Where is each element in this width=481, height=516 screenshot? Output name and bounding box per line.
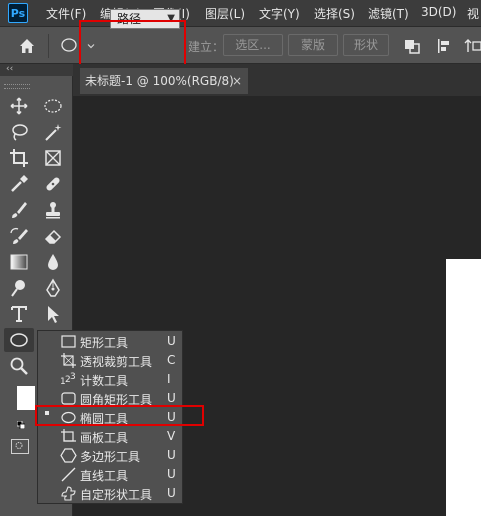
elliptical-marquee-icon[interactable] bbox=[42, 95, 64, 117]
flyout-item-perspective-crop[interactable]: 透视裁剪工具 C bbox=[38, 351, 182, 370]
foreground-color-swatch[interactable] bbox=[17, 386, 35, 410]
flyout-shortcut: C bbox=[167, 353, 176, 367]
brush-icon[interactable] bbox=[8, 199, 30, 221]
type-icon[interactable] bbox=[8, 303, 30, 325]
path-alignment-icon[interactable] bbox=[434, 36, 454, 56]
flyout-item-count[interactable]: 123 计数工具 I bbox=[38, 370, 182, 389]
history-brush-icon[interactable] bbox=[8, 225, 30, 247]
flyout-shortcut: U bbox=[167, 334, 176, 348]
svg-text:3: 3 bbox=[70, 372, 76, 382]
make-mask-button[interactable]: 蒙版 bbox=[288, 34, 338, 56]
flyout-item-custom-shape[interactable]: 自定形状工具 U bbox=[38, 484, 182, 503]
line-icon bbox=[61, 467, 76, 482]
magic-wand-icon[interactable] bbox=[42, 121, 64, 143]
default-colors-icon[interactable] bbox=[16, 418, 26, 430]
flyout-label: 自定形状工具 bbox=[80, 488, 153, 502]
dodge-icon[interactable] bbox=[8, 277, 30, 299]
perspective-crop-icon bbox=[61, 353, 76, 368]
flyout-item-artboard[interactable]: 画板工具 V bbox=[38, 427, 182, 446]
healing-brush-icon[interactable] bbox=[42, 173, 64, 195]
polygon-icon bbox=[60, 448, 77, 463]
menu-view[interactable]: 视 bbox=[467, 5, 479, 22]
flyout-label: 计数工具 bbox=[80, 374, 129, 388]
panel-grip[interactable] bbox=[4, 84, 30, 89]
clone-stamp-icon[interactable] bbox=[42, 199, 64, 221]
flyout-label: 画板工具 bbox=[80, 431, 129, 445]
canvas-document[interactable] bbox=[446, 259, 481, 516]
lasso-icon[interactable] bbox=[8, 121, 30, 143]
flyout-item-line[interactable]: 直线工具 U bbox=[38, 465, 182, 484]
artboard-icon bbox=[61, 429, 76, 442]
flyout-shortcut: U bbox=[167, 467, 176, 481]
ellipse-tool-icon[interactable] bbox=[8, 329, 30, 351]
ellipse-icon[interactable] bbox=[60, 36, 80, 54]
collapse-panel-icon[interactable]: ‹‹ bbox=[6, 64, 13, 74]
flyout-shortcut: U bbox=[167, 391, 176, 405]
document-tab[interactable]: 未标题-1 @ 100%(RGB/8) × bbox=[80, 68, 248, 94]
menu-3d[interactable]: 3D(D) bbox=[421, 5, 456, 19]
path-arrangement-icon[interactable] bbox=[462, 36, 481, 56]
make-shape-button[interactable]: 形状 bbox=[343, 34, 389, 56]
eraser-icon[interactable] bbox=[42, 225, 64, 247]
zoom-icon[interactable] bbox=[8, 355, 30, 377]
pen-icon[interactable] bbox=[42, 277, 64, 299]
flyout-label: 直线工具 bbox=[80, 469, 129, 483]
quick-mask-icon[interactable] bbox=[11, 439, 29, 454]
flyout-shortcut: U bbox=[167, 486, 176, 500]
menu-type[interactable]: 文字(Y) bbox=[259, 5, 300, 22]
move-tool-icon[interactable] bbox=[8, 95, 30, 117]
highlight-box bbox=[35, 405, 204, 426]
flyout-shortcut: V bbox=[167, 429, 176, 443]
eyedropper-icon[interactable] bbox=[8, 173, 30, 195]
menu-select[interactable]: 选择(S) bbox=[314, 5, 355, 22]
crop-icon[interactable] bbox=[8, 147, 30, 169]
flyout-shortcut: I bbox=[167, 372, 171, 386]
flyout-label: 透视裁剪工具 bbox=[80, 355, 153, 369]
options-divider bbox=[48, 34, 49, 58]
menu-filter[interactable]: 滤镜(T) bbox=[368, 5, 409, 22]
flyout-label: 多边形工具 bbox=[80, 450, 141, 464]
flyout-item-rectangle[interactable]: 矩形工具 U bbox=[38, 332, 182, 351]
make-label: 建立： bbox=[188, 40, 225, 54]
rectangle-icon bbox=[61, 335, 76, 348]
custom-shape-icon bbox=[61, 486, 76, 501]
close-icon[interactable]: × bbox=[232, 68, 242, 94]
make-selection-button[interactable]: 选区... bbox=[223, 34, 283, 56]
gradient-icon[interactable] bbox=[8, 251, 30, 273]
blur-drop-icon[interactable] bbox=[42, 251, 64, 273]
flyout-shortcut: U bbox=[167, 448, 176, 462]
flyout-label: 矩形工具 bbox=[80, 336, 129, 350]
count-icon: 123 bbox=[60, 372, 76, 387]
frame-icon[interactable] bbox=[42, 147, 64, 169]
home-icon[interactable] bbox=[16, 35, 38, 57]
document-tab-title: 未标题-1 @ 100%(RGB/8) bbox=[85, 74, 234, 88]
path-selection-icon[interactable] bbox=[42, 303, 64, 325]
flyout-item-polygon[interactable]: 多边形工具 U bbox=[38, 446, 182, 465]
path-operations-icon[interactable] bbox=[402, 36, 422, 56]
photoshop-logo[interactable]: Ps bbox=[8, 3, 28, 23]
menu-layer[interactable]: 图层(L) bbox=[205, 5, 245, 22]
